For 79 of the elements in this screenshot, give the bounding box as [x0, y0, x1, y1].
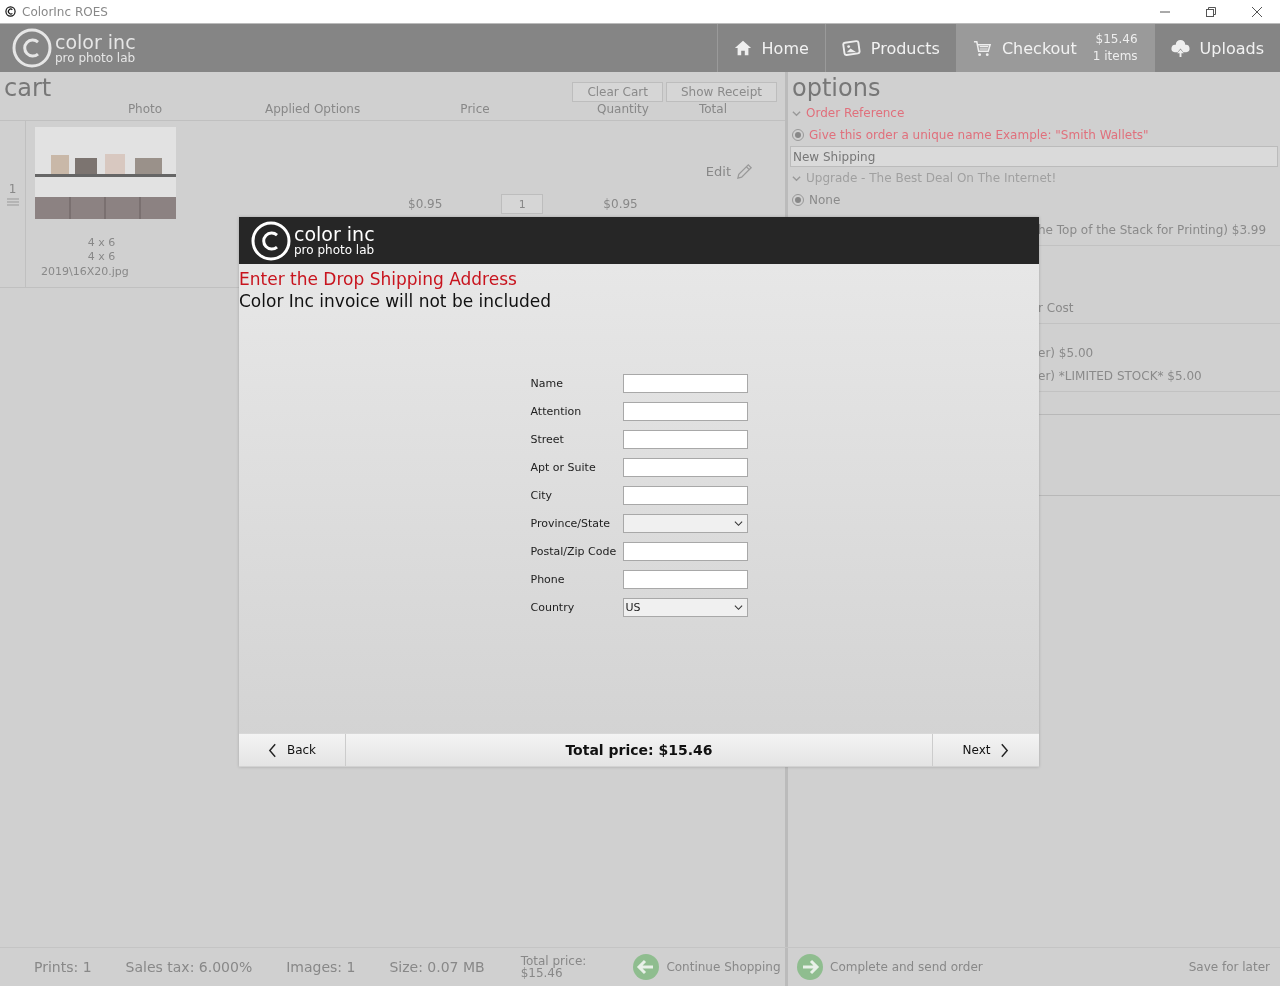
field-label: Name — [530, 377, 564, 390]
dialog-total: Total price: $15.46 — [564, 741, 714, 760]
input-field[interactable] — [622, 458, 748, 477]
complete-order-button[interactable]: Complete and send order — [796, 953, 983, 981]
field-label: Apt or Suite — [530, 461, 597, 474]
row-number: 1 — [8, 182, 17, 196]
field-label: Street — [530, 433, 565, 446]
field-label: Postal/Zip Code — [530, 545, 618, 558]
input-field[interactable] — [622, 486, 748, 505]
column-header: Photo — [126, 102, 164, 118]
dialog-note: Color Inc invoice will not be included — [239, 290, 552, 312]
input-field[interactable] — [622, 374, 748, 393]
option-label: er) *LIMITED STOCK* $5.00 — [1038, 367, 1203, 385]
chevron-right-icon — [1000, 742, 1010, 758]
logo-tagline: pro photo lab — [55, 51, 136, 64]
summary-stat: Images: 1 — [286, 959, 356, 975]
toolbar-button[interactable]: Show Receipt — [666, 82, 777, 102]
continue-shopping-button[interactable]: Continue Shopping — [632, 953, 781, 981]
file-name: 2019\16X20.jpg — [41, 264, 130, 278]
summary-stat: Prints: 1 — [34, 959, 92, 975]
chevron-down-icon — [792, 173, 801, 183]
field-label: City — [530, 489, 554, 502]
logo-name: color inc — [294, 225, 375, 244]
field-label: Province/State — [530, 517, 612, 530]
cart-title: cart — [3, 74, 52, 102]
options-title: options — [791, 74, 881, 102]
pencil-icon — [735, 162, 754, 181]
field-label: Country — [530, 601, 576, 614]
summary-stat: Size: 0.07 MB — [389, 959, 485, 975]
cart-icon — [972, 38, 992, 58]
dialog-heading: Enter the Drop Shipping Address — [239, 268, 518, 290]
cart-total: $15.46 — [1095, 31, 1138, 48]
input-field[interactable] — [622, 430, 748, 449]
option-label: None — [809, 193, 841, 207]
option-label: Give this order a unique name Example: "Smith Wallets" — [809, 128, 1149, 142]
logo-icon — [251, 220, 291, 261]
save-button[interactable]: Save for later — [1188, 960, 1270, 974]
dropdown[interactable] — [622, 514, 748, 533]
chevron-left-icon — [267, 742, 277, 758]
cloud-upload-icon — [1170, 38, 1190, 58]
text-field[interactable]: New Shipping — [790, 146, 1278, 167]
option-label: er) $5.00 — [1038, 344, 1095, 362]
chevron-down-icon — [733, 519, 743, 528]
price-cell: $0.95 — [408, 197, 443, 211]
drag-handle-icon[interactable] — [6, 198, 19, 206]
input-field[interactable] — [622, 542, 748, 561]
section-heading[interactable]: Order Reference — [788, 102, 1280, 124]
total-value: $15.46 — [520, 967, 563, 979]
total-cell: $0.95 — [603, 197, 638, 211]
chevron-down-icon — [733, 603, 743, 612]
column-header: Total — [698, 102, 728, 118]
input-field[interactable] — [622, 570, 748, 589]
dropdown[interactable]: US — [622, 598, 748, 617]
edit-button[interactable]: Edit — [699, 161, 760, 182]
field-label: Phone — [530, 573, 566, 586]
field-label: Attention — [530, 405, 583, 418]
column-header: Quantity — [596, 102, 650, 118]
quantity-field[interactable]: 1 — [501, 194, 544, 214]
summary-stat: Sales tax: 6.000% — [125, 959, 253, 975]
option-label: he Top of the Stack for Printing) $3.99 — [1038, 221, 1268, 239]
column-header: Price — [459, 102, 491, 118]
back-button[interactable]: Back — [239, 734, 346, 766]
next-button[interactable]: Next — [932, 734, 1039, 766]
logo-tagline: pro photo lab — [294, 244, 375, 256]
toolbar-button[interactable]: Clear Cart — [572, 82, 663, 102]
cart-count: 1 items — [1092, 48, 1138, 65]
total-label: Total price: — [520, 955, 587, 967]
option-label: r Cost — [1038, 299, 1075, 317]
logo-icon — [12, 28, 52, 68]
photo-icon — [841, 38, 861, 58]
input-field[interactable] — [622, 402, 748, 421]
app-icon — [5, 6, 16, 17]
window-title: ColorInc ROES — [22, 4, 108, 19]
print-size: 4 x 6 — [86, 250, 117, 265]
nav-tab[interactable]: Checkout $15.46 1 items — [955, 24, 1154, 72]
print-size: 4 x 6 — [86, 236, 117, 251]
chevron-down-icon — [792, 108, 801, 118]
house-icon — [733, 39, 752, 57]
logo-name: color inc — [55, 32, 136, 52]
